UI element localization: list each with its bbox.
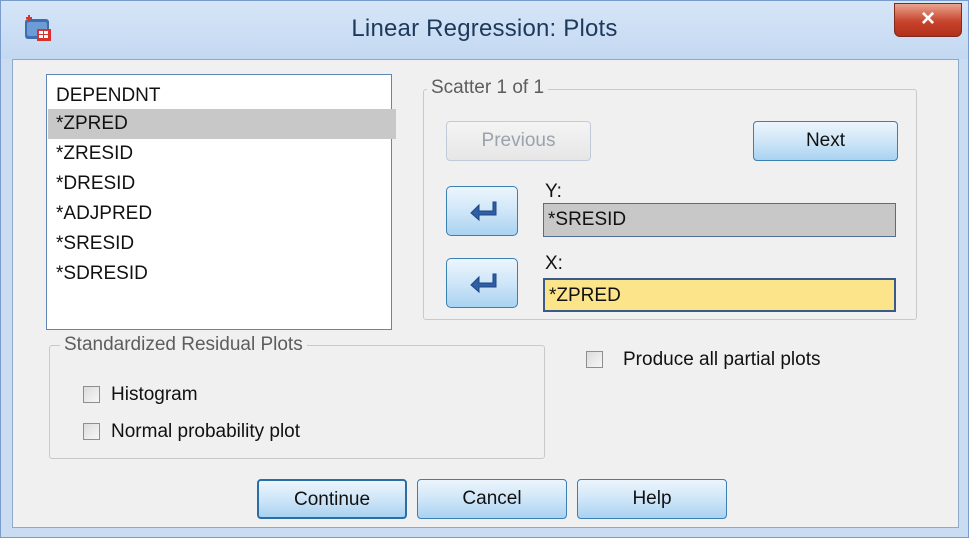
x-axis-label: X: — [545, 253, 563, 274]
normal-probability-checkbox[interactable] — [83, 423, 100, 440]
close-icon: × — [920, 5, 935, 32]
histogram-checkbox[interactable] — [83, 386, 100, 403]
window-title: Linear Regression: Plots — [351, 15, 618, 42]
title-bar[interactable]: Linear Regression: Plots × — [1, 1, 968, 59]
variable-item-adjpred[interactable]: *ADJPRED — [56, 199, 152, 229]
scatter-group-legend: Scatter 1 of 1 — [427, 77, 549, 99]
y-axis-field[interactable]: *SRESID — [543, 203, 896, 237]
partial-plots-checkbox[interactable] — [586, 351, 603, 368]
residual-plots-legend: Standardized Residual Plots — [60, 334, 307, 356]
variable-item-dresid[interactable]: *DRESID — [56, 169, 135, 199]
cancel-button[interactable]: Cancel — [417, 479, 567, 519]
variable-item-sdresid[interactable]: *SDRESID — [56, 259, 148, 289]
x-move-button[interactable] — [446, 258, 518, 308]
move-arrow-icon — [470, 273, 497, 294]
histogram-label: Histogram — [111, 384, 198, 405]
y-move-button[interactable] — [446, 186, 518, 236]
previous-button-label: Previous — [481, 130, 556, 151]
previous-button[interactable]: Previous — [446, 121, 591, 161]
y-axis-label: Y: — [545, 181, 562, 202]
move-arrow-icon — [470, 201, 497, 222]
variable-list[interactable]: DEPENDNT *ZPRED *ZRESID *DRESID *ADJPRED… — [46, 74, 396, 330]
continue-button-label: Continue — [293, 489, 371, 510]
variable-item-sresid[interactable]: *SRESID — [56, 229, 134, 259]
next-button[interactable]: Next — [753, 121, 898, 161]
normal-probability-label: Normal probability plot — [111, 421, 301, 442]
continue-button[interactable]: Continue — [257, 479, 407, 519]
close-button[interactable]: × — [894, 3, 962, 37]
cancel-button-label: Cancel — [462, 488, 522, 509]
partial-plots-label: Produce all partial plots — [623, 349, 821, 370]
help-button[interactable]: Help — [577, 479, 727, 519]
x-axis-field[interactable]: *ZPRED — [543, 278, 896, 312]
variable-item-dependnt[interactable]: DEPENDNT — [56, 81, 161, 111]
next-button-label: Next — [805, 130, 846, 151]
variable-item-zpred[interactable]: *ZPRED — [48, 109, 396, 139]
variable-item-zresid[interactable]: *ZRESID — [56, 139, 133, 169]
help-button-label: Help — [632, 488, 672, 509]
